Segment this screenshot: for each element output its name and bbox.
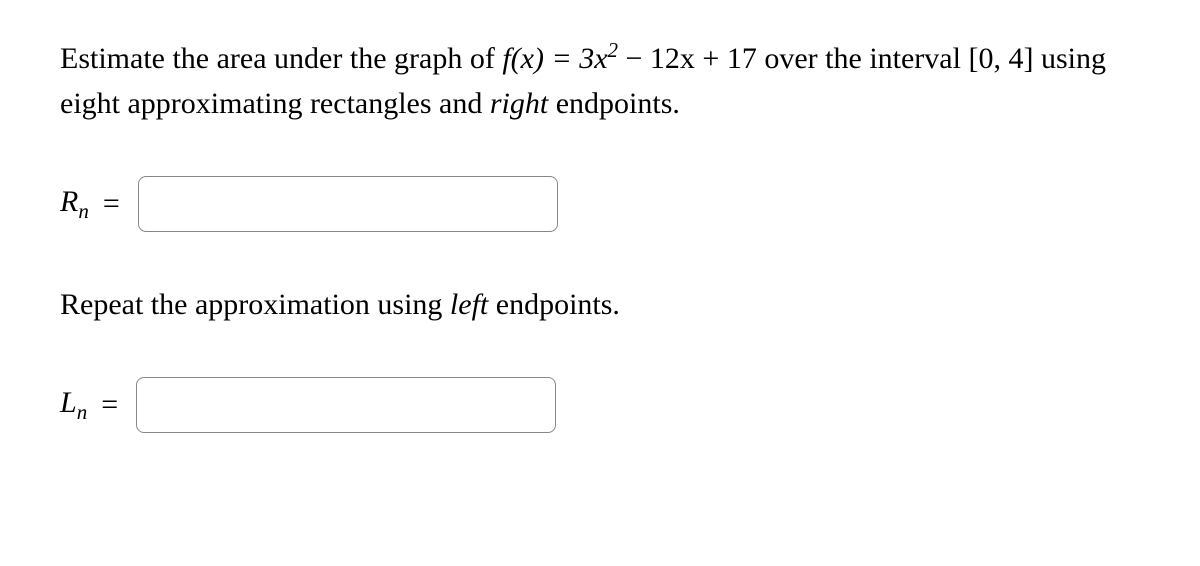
- rn-input-row: Rn =: [60, 176, 1140, 232]
- repeat-text-1: Repeat the approximation using: [60, 288, 450, 321]
- repeat-text-2: endpoints.: [488, 288, 620, 321]
- ln-equals: =: [101, 388, 118, 422]
- ln-input-row: Ln =: [60, 377, 1140, 433]
- fx-expression: f(x) = 3x2 − 12x + 17: [502, 42, 757, 75]
- rn-input[interactable]: [138, 176, 558, 232]
- interval: [0, 4]: [968, 42, 1033, 75]
- rn-equals: =: [103, 187, 120, 221]
- problem-statement: Estimate the area under the graph of f(x…: [60, 35, 1140, 126]
- emphasis-left: left: [450, 288, 488, 321]
- problem-text-2: over the interval: [757, 42, 969, 75]
- repeat-statement: Repeat the approximation using left endp…: [60, 282, 1140, 327]
- rn-label: Rn: [60, 185, 89, 224]
- problem-text-4: endpoints.: [548, 87, 680, 120]
- problem-text-1: Estimate the area under the graph of: [60, 42, 502, 75]
- ln-input[interactable]: [136, 377, 556, 433]
- emphasis-right: right: [490, 87, 548, 120]
- ln-label: Ln: [60, 386, 87, 425]
